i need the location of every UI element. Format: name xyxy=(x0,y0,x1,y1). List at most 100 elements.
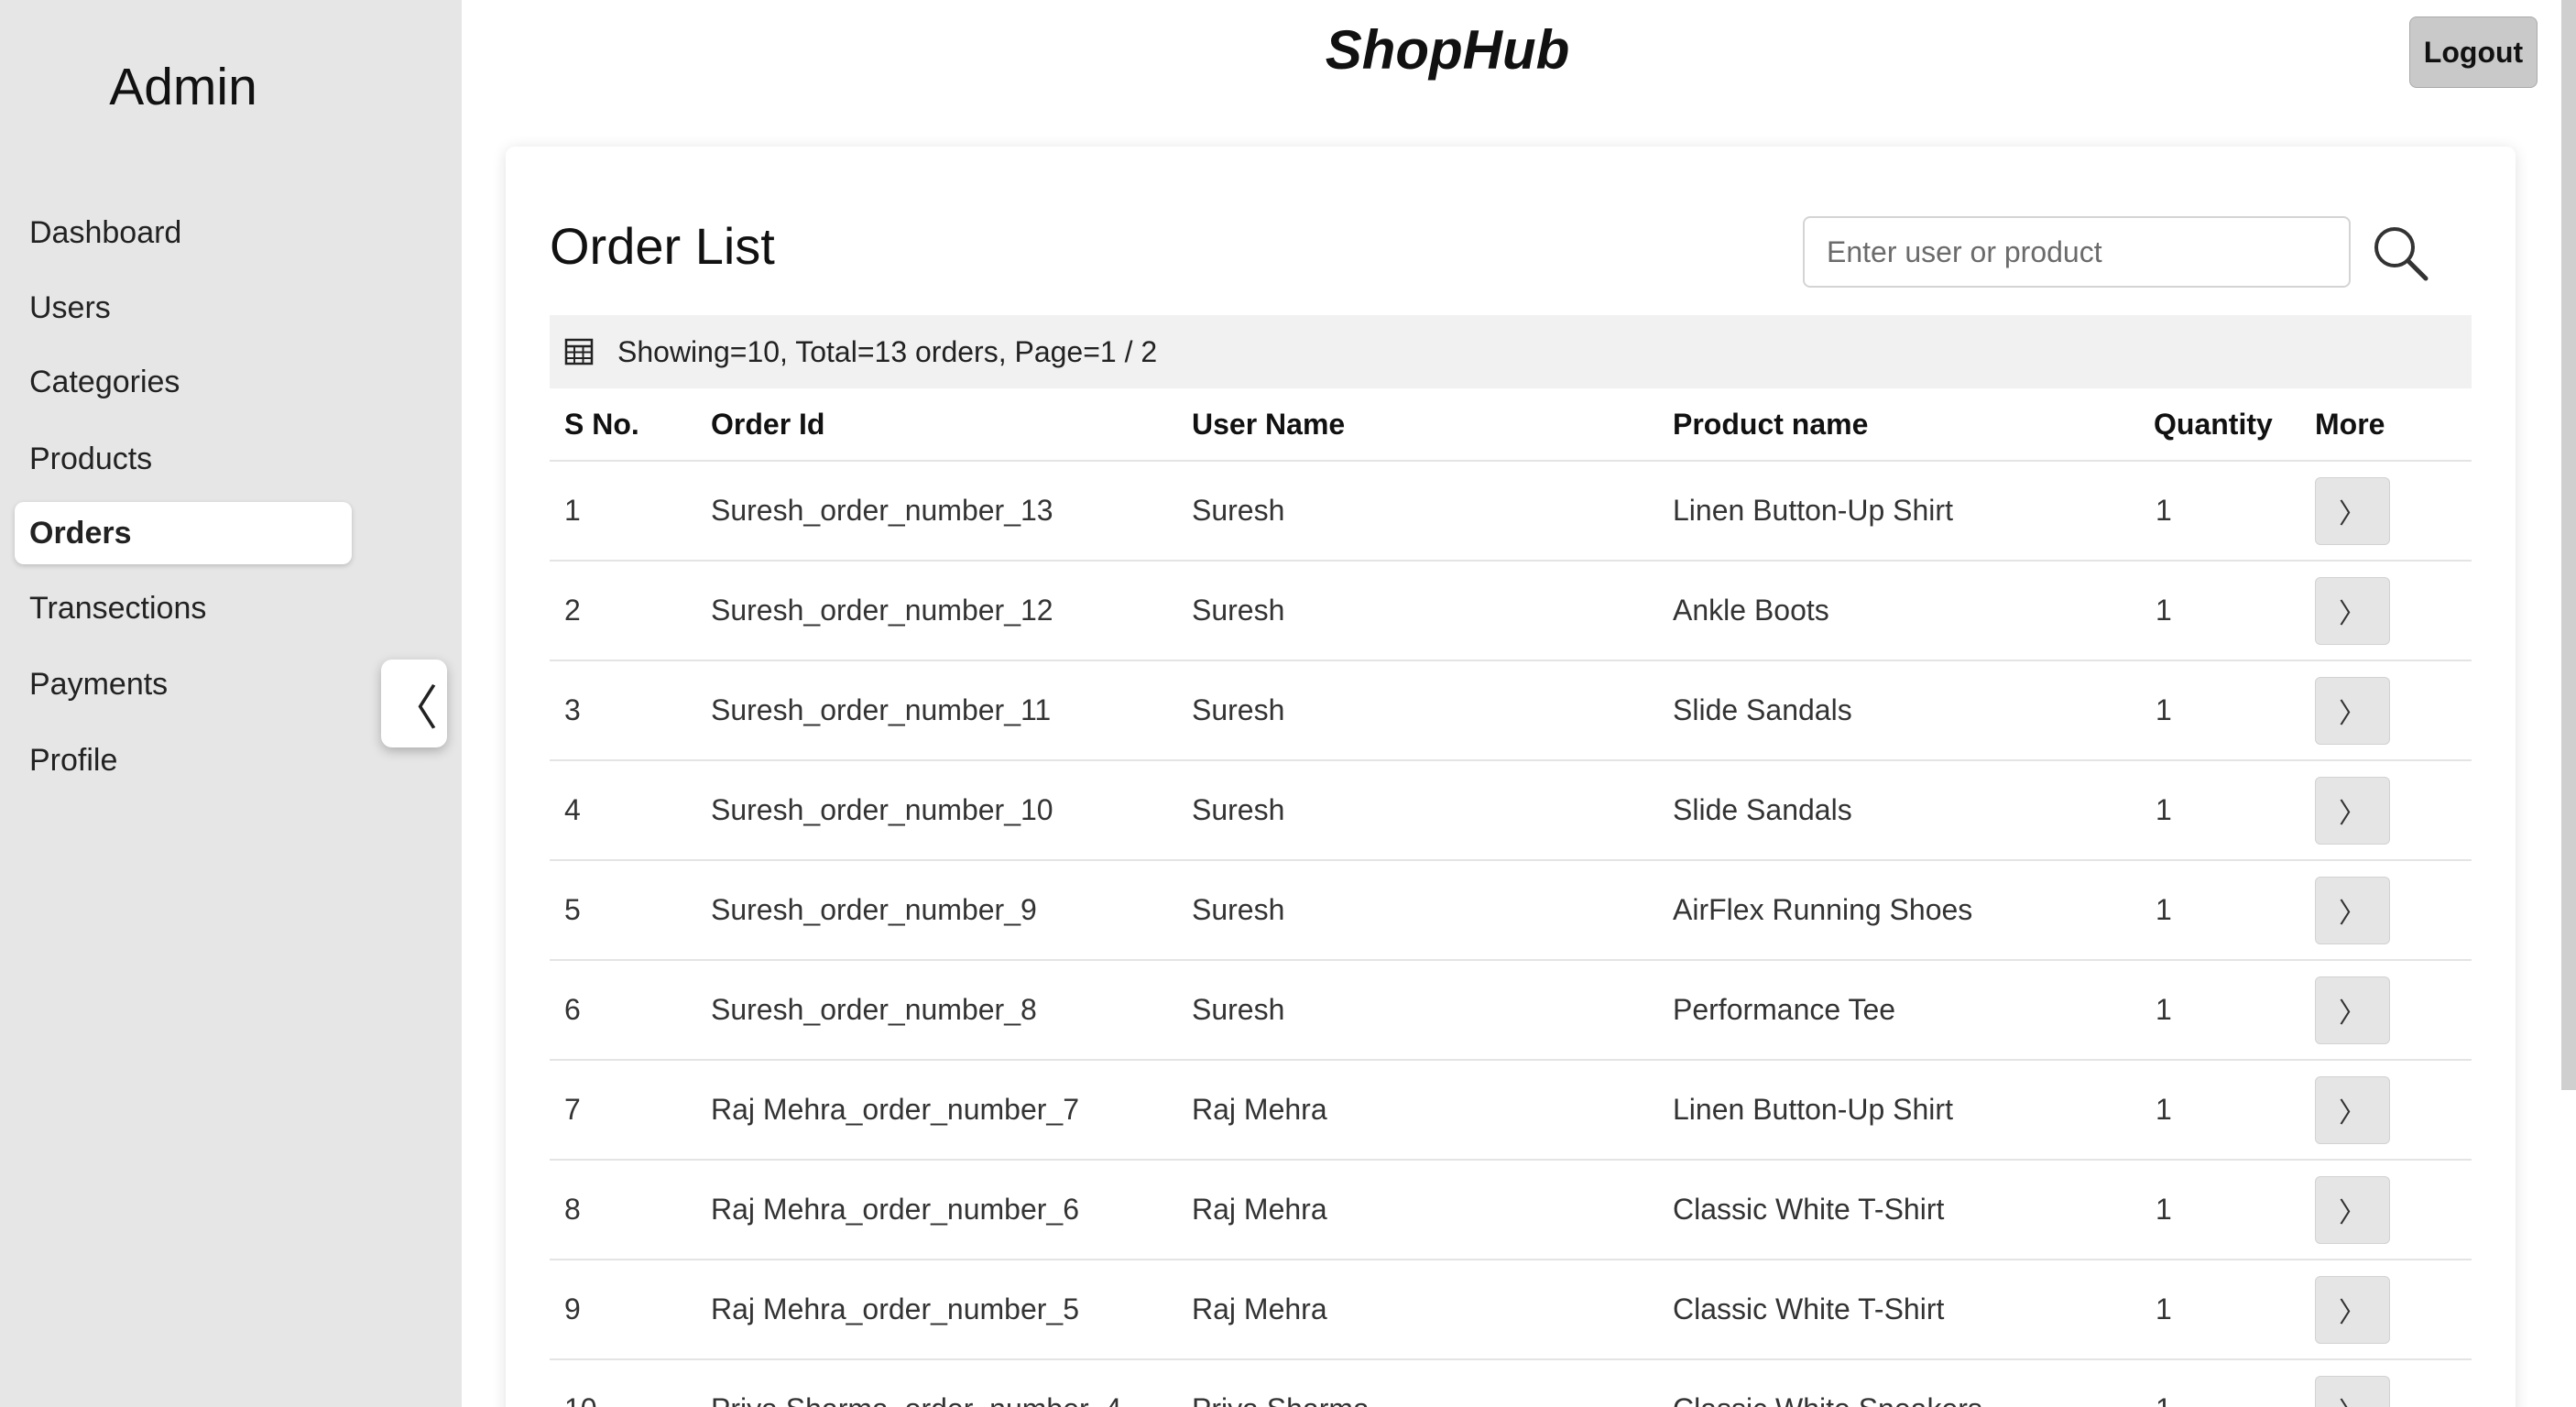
row-more-cell: 〉 xyxy=(2315,976,2472,1044)
row-product-name: Classic White T-Shirt xyxy=(1673,1292,1945,1325)
row-user-name: Suresh xyxy=(1192,494,1285,527)
row-order-id: Suresh_order_number_11 xyxy=(711,693,1052,726)
row-sno: 3 xyxy=(564,693,581,726)
row-sno: 2 xyxy=(564,594,581,627)
row-more-cell: 〉 xyxy=(2315,1375,2472,1407)
row-order-id: Raj Mehra_order_number_7 xyxy=(711,1093,1079,1126)
search-input[interactable] xyxy=(1803,216,2351,288)
sidebar: Admin Dashboard Users Categories Product… xyxy=(0,0,462,1407)
row-quantity: 1 xyxy=(2156,1193,2172,1226)
chevron-right-icon: 〉 xyxy=(2339,798,2366,829)
row-user-name: Suresh xyxy=(1192,893,1285,926)
row-quantity: 1 xyxy=(2156,494,2172,527)
column-header-quantity: Quantity xyxy=(2154,407,2273,441)
more-button[interactable]: 〉 xyxy=(2315,776,2390,845)
row-user-name: Suresh xyxy=(1192,693,1285,726)
more-button[interactable]: 〉 xyxy=(2315,1075,2390,1144)
row-order-id: Suresh_order_number_10 xyxy=(711,793,1053,826)
more-button[interactable]: 〉 xyxy=(2315,476,2390,545)
brand-logo: ShopHub xyxy=(1325,19,1570,81)
row-order-id: Suresh_order_number_13 xyxy=(711,494,1053,527)
more-button[interactable]: 〉 xyxy=(2315,1275,2390,1344)
row-quantity: 1 xyxy=(2156,893,2172,926)
row-user-name: Suresh xyxy=(1192,594,1285,627)
search-icon[interactable] xyxy=(2369,222,2431,284)
table-row: 2 Suresh_order_number_12 Suresh Ankle Boots… xyxy=(550,562,2472,661)
row-product-name: Ankle Boots xyxy=(1673,594,1829,627)
sidebar-item-profile[interactable]: Profile xyxy=(15,729,352,791)
table-row: 5 Suresh_order_number_9 Suresh AirFlex Runn… xyxy=(550,861,2472,961)
more-button[interactable]: 〉 xyxy=(2315,576,2390,645)
row-order-id: Priya Sharma_order_number_4 xyxy=(711,1392,1192,1407)
chevron-right-icon: 〉 xyxy=(2339,998,2366,1029)
row-sno: 1 xyxy=(564,494,581,527)
sidebar-item-transections[interactable]: Transections xyxy=(15,577,352,639)
row-order-id: Suresh_order_number_12 xyxy=(711,594,1053,627)
chevron-right-icon: 〉 xyxy=(2339,598,2366,629)
chevron-right-icon: 〉 xyxy=(2339,498,2366,529)
row-user-name: Raj Mehra xyxy=(1192,1292,1327,1325)
row-more-cell: 〉 xyxy=(2315,1275,2472,1344)
chevron-left-icon: 〈 xyxy=(389,682,438,736)
row-sno: 10 xyxy=(550,1392,711,1407)
row-sno: 7 xyxy=(564,1093,581,1126)
orders-table: S No. Order Id User Name Product name Qu… xyxy=(550,388,2472,1407)
more-button[interactable]: 〉 xyxy=(2315,876,2390,944)
row-quantity: 1 xyxy=(2156,793,2172,826)
table-body: 1 Suresh_order_number_13 Suresh Linen Butto… xyxy=(550,462,2472,1407)
row-order-id: Suresh_order_number_9 xyxy=(711,893,1037,926)
row-more-cell: 〉 xyxy=(2315,876,2472,944)
table-row: 10Priya Sharma_order_number_4Priya Sharm… xyxy=(550,1360,2472,1407)
row-more-cell: 〉 xyxy=(2315,576,2472,645)
sidebar-item-orders[interactable]: Orders xyxy=(15,502,352,564)
sidebar-item-users[interactable]: Users xyxy=(15,277,352,339)
row-sno: 9 xyxy=(564,1292,581,1325)
table-icon xyxy=(564,338,594,365)
row-quantity: 1 xyxy=(2156,693,2172,726)
row-order-id: Raj Mehra_order_number_5 xyxy=(711,1292,1079,1325)
row-product-name: Slide Sandals xyxy=(1673,693,1852,726)
row-sno: 8 xyxy=(564,1193,581,1226)
row-more-cell: 〉 xyxy=(2315,476,2472,545)
sidebar-collapse-button[interactable]: 〈 xyxy=(381,660,447,747)
page-scrollbar[interactable] xyxy=(2561,0,2576,1090)
column-header-user-name: User Name xyxy=(1192,407,1346,441)
row-product-name: Performance Tee xyxy=(1673,993,1896,1026)
order-list-card: Order List Showing=10, Total=13 orders, … xyxy=(506,147,2516,1407)
chevron-right-icon: 〉 xyxy=(2339,1097,2366,1129)
row-sno: 5 xyxy=(564,893,581,926)
logout-button[interactable]: Logout xyxy=(2409,16,2538,88)
row-sno: 4 xyxy=(564,793,581,826)
row-product-name: Slide Sandals xyxy=(1673,793,1852,826)
row-sno: 6 xyxy=(564,993,581,1026)
chevron-right-icon: 〉 xyxy=(2339,1197,2366,1228)
row-product-name: Classic White Sneakers xyxy=(1673,1392,2154,1407)
row-more-cell: 〉 xyxy=(2315,1075,2472,1144)
table-row: 8 Raj Mehra_order_number_6 Raj Mehra Classi… xyxy=(550,1161,2472,1260)
sidebar-item-products[interactable]: Products xyxy=(15,428,352,490)
row-quantity: 1 xyxy=(2156,1292,2172,1325)
table-row: 6 Suresh_order_number_8 Suresh Performance … xyxy=(550,961,2472,1061)
more-button[interactable]: 〉 xyxy=(2315,1375,2390,1407)
row-product-name: Linen Button-Up Shirt xyxy=(1673,494,1953,527)
sidebar-item-categories[interactable]: Categories xyxy=(15,351,352,413)
row-more-cell: 〉 xyxy=(2315,1175,2472,1244)
row-order-id: Raj Mehra_order_number_6 xyxy=(711,1193,1079,1226)
row-user-name: Suresh xyxy=(1192,793,1285,826)
table-header: S No. Order Id User Name Product name Qu… xyxy=(550,388,2472,462)
column-header-more: More xyxy=(2315,407,2385,441)
row-quantity: 1 xyxy=(2154,1392,2315,1407)
sidebar-item-payments[interactable]: Payments xyxy=(15,653,352,715)
column-header-product-name: Product name xyxy=(1673,407,1869,441)
sidebar-title: Admin xyxy=(109,58,257,116)
more-button[interactable]: 〉 xyxy=(2315,1175,2390,1244)
row-more-cell: 〉 xyxy=(2315,676,2472,745)
more-button[interactable]: 〉 xyxy=(2315,676,2390,745)
row-user-name: Suresh xyxy=(1192,993,1285,1026)
page-title: Order List xyxy=(550,217,775,275)
row-quantity: 1 xyxy=(2156,993,2172,1026)
chevron-right-icon: 〉 xyxy=(2339,1390,2366,1407)
sidebar-item-dashboard[interactable]: Dashboard xyxy=(15,202,352,264)
more-button[interactable]: 〉 xyxy=(2315,976,2390,1044)
table-row: 4 Suresh_order_number_10 Suresh Slide Sanda… xyxy=(550,761,2472,861)
